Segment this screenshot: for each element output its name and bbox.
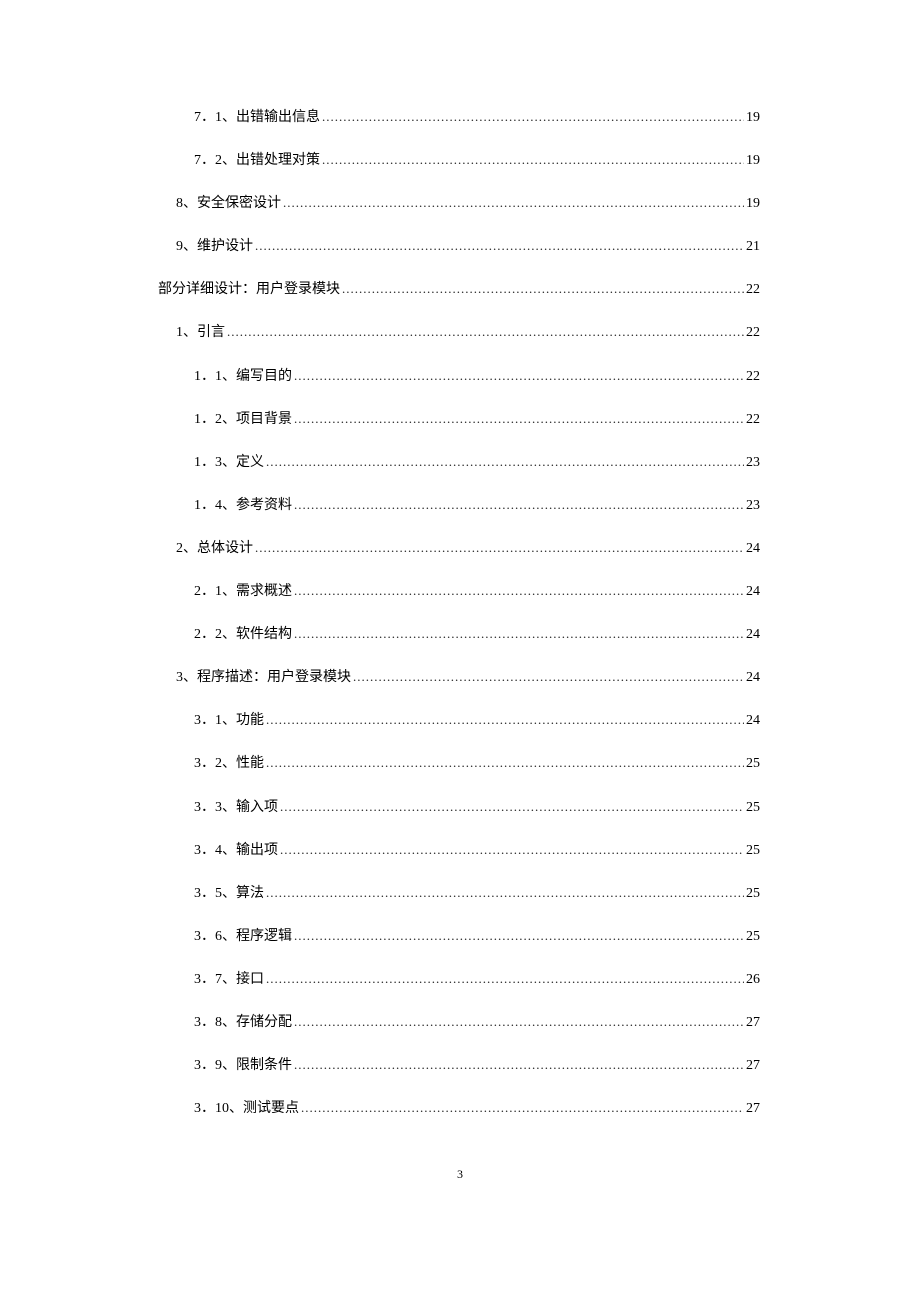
toc-entry-page: 23 [746, 496, 760, 516]
toc-container: 7．1、出错输出信息..............................… [158, 108, 760, 1142]
toc-entry-leader: ........................................… [322, 108, 744, 126]
toc-entry-page: 19 [746, 151, 760, 171]
toc-entry[interactable]: 7．2、出错处理对策..............................… [194, 151, 760, 171]
toc-entry-title: 1．1、编写目的 [194, 367, 292, 387]
toc-entry-leader: ........................................… [294, 625, 744, 643]
toc-entry[interactable]: 3．10、测试要点...............................… [194, 1099, 760, 1119]
toc-entry-title: 2、总体设计 [176, 539, 253, 559]
toc-entry-title: 3．3、输入项 [194, 798, 278, 818]
toc-entry-page: 22 [746, 367, 760, 387]
toc-entry-leader: ........................................… [301, 1099, 744, 1117]
toc-entry-page: 19 [746, 108, 760, 128]
page-number: 3 [457, 1167, 463, 1182]
toc-entry-title: 部分详细设计：用户登录模块 [158, 280, 340, 300]
toc-entry[interactable]: 3．6、程序逻辑................................… [194, 927, 760, 947]
toc-entry-title: 3．8、存储分配 [194, 1013, 292, 1033]
toc-entry[interactable]: 3．9、限制条件................................… [194, 1056, 760, 1076]
toc-entry-page: 24 [746, 582, 760, 602]
toc-entry-title: 3．1、功能 [194, 711, 264, 731]
toc-entry-leader: ........................................… [322, 151, 744, 169]
toc-entry-title: 3．9、限制条件 [194, 1056, 292, 1076]
toc-entry-title: 2．1、需求概述 [194, 582, 292, 602]
toc-entry-leader: ........................................… [266, 453, 744, 471]
toc-entry[interactable]: 1．2、项目背景................................… [194, 410, 760, 430]
toc-entry[interactable]: 1、引言....................................… [176, 323, 760, 343]
toc-entry-leader: ........................................… [342, 280, 744, 298]
toc-entry[interactable]: 1．1、编写目的................................… [194, 367, 760, 387]
toc-entry[interactable]: 2、总体设计..................................… [176, 539, 760, 559]
toc-entry-leader: ........................................… [294, 1056, 744, 1074]
toc-entry[interactable]: 2．2、软件结构................................… [194, 625, 760, 645]
toc-entry-leader: ........................................… [294, 1013, 744, 1031]
toc-entry-leader: ........................................… [255, 237, 744, 255]
toc-entry-title: 1．3、定义 [194, 453, 264, 473]
toc-entry-page: 25 [746, 798, 760, 818]
toc-entry-page: 26 [746, 970, 760, 990]
toc-entry-page: 21 [746, 237, 760, 257]
toc-entry-page: 22 [746, 410, 760, 430]
toc-entry-title: 3．4、输出项 [194, 841, 278, 861]
toc-entry-page: 24 [746, 539, 760, 559]
toc-entry[interactable]: 3．1、功能..................................… [194, 711, 760, 731]
toc-entry[interactable]: 3．8、存储分配................................… [194, 1013, 760, 1033]
toc-entry[interactable]: 3．3、输入项.................................… [194, 798, 760, 818]
toc-entry[interactable]: 3．4、输出项.................................… [194, 841, 760, 861]
toc-entry-leader: ........................................… [294, 582, 744, 600]
toc-entry-title: 3．2、性能 [194, 754, 264, 774]
toc-entry-title: 9、维护设计 [176, 237, 253, 257]
toc-entry-title: 7．1、出错输出信息 [194, 108, 320, 128]
toc-entry-leader: ........................................… [294, 367, 744, 385]
toc-entry-leader: ........................................… [353, 668, 744, 686]
toc-entry[interactable]: 3．5、算法..................................… [194, 884, 760, 904]
toc-entry-title: 3、程序描述：用户登录模块 [176, 668, 351, 688]
toc-entry[interactable]: 3、程序描述：用户登录模块...........................… [176, 668, 760, 688]
toc-entry-page: 27 [746, 1013, 760, 1033]
toc-entry-title: 7．2、出错处理对策 [194, 151, 320, 171]
toc-entry-leader: ........................................… [266, 970, 744, 988]
toc-entry-title: 1．4、参考资料 [194, 496, 292, 516]
toc-entry-title: 3．7、接口 [194, 970, 264, 990]
toc-entry[interactable]: 部分详细设计：用户登录模块...........................… [158, 280, 760, 300]
toc-entry-leader: ........................................… [266, 711, 744, 729]
toc-entry-page: 23 [746, 453, 760, 473]
toc-entry-title: 1．2、项目背景 [194, 410, 292, 430]
toc-entry-title: 2．2、软件结构 [194, 625, 292, 645]
toc-entry-leader: ........................................… [280, 798, 744, 816]
toc-entry-page: 25 [746, 754, 760, 774]
toc-entry-page: 24 [746, 711, 760, 731]
toc-entry[interactable]: 1．4、参考资料................................… [194, 496, 760, 516]
toc-entry-page: 22 [746, 280, 760, 300]
toc-entry-page: 25 [746, 927, 760, 947]
toc-entry[interactable]: 1．3、定义..................................… [194, 453, 760, 473]
toc-entry-page: 25 [746, 884, 760, 904]
toc-entry-leader: ........................................… [266, 884, 744, 902]
toc-entry[interactable]: 3．2、性能..................................… [194, 754, 760, 774]
toc-entry[interactable]: 9、维护设计..................................… [176, 237, 760, 257]
toc-entry-leader: ........................................… [266, 754, 744, 772]
toc-entry-leader: ........................................… [280, 841, 744, 859]
toc-entry[interactable]: 8、安全保密设计................................… [176, 194, 760, 214]
toc-entry-leader: ........................................… [294, 927, 744, 945]
toc-entry-page: 27 [746, 1056, 760, 1076]
toc-entry-page: 25 [746, 841, 760, 861]
toc-entry-title: 8、安全保密设计 [176, 194, 281, 214]
toc-entry[interactable]: 2．1、需求概述................................… [194, 582, 760, 602]
toc-entry[interactable]: 7．1、出错输出信息..............................… [194, 108, 760, 128]
toc-entry-leader: ........................................… [227, 323, 744, 341]
toc-entry-page: 19 [746, 194, 760, 214]
toc-entry-leader: ........................................… [283, 194, 744, 212]
toc-entry-page: 27 [746, 1099, 760, 1119]
toc-entry-title: 3．10、测试要点 [194, 1099, 299, 1119]
toc-entry-page: 24 [746, 668, 760, 688]
toc-entry-title: 1、引言 [176, 323, 225, 343]
toc-entry-leader: ........................................… [255, 539, 744, 557]
toc-entry[interactable]: 3．7、接口..................................… [194, 970, 760, 990]
toc-entry-title: 3．6、程序逻辑 [194, 927, 292, 947]
toc-entry-page: 22 [746, 323, 760, 343]
toc-entry-leader: ........................................… [294, 410, 744, 428]
toc-entry-page: 24 [746, 625, 760, 645]
toc-entry-title: 3．5、算法 [194, 884, 264, 904]
toc-entry-leader: ........................................… [294, 496, 744, 514]
